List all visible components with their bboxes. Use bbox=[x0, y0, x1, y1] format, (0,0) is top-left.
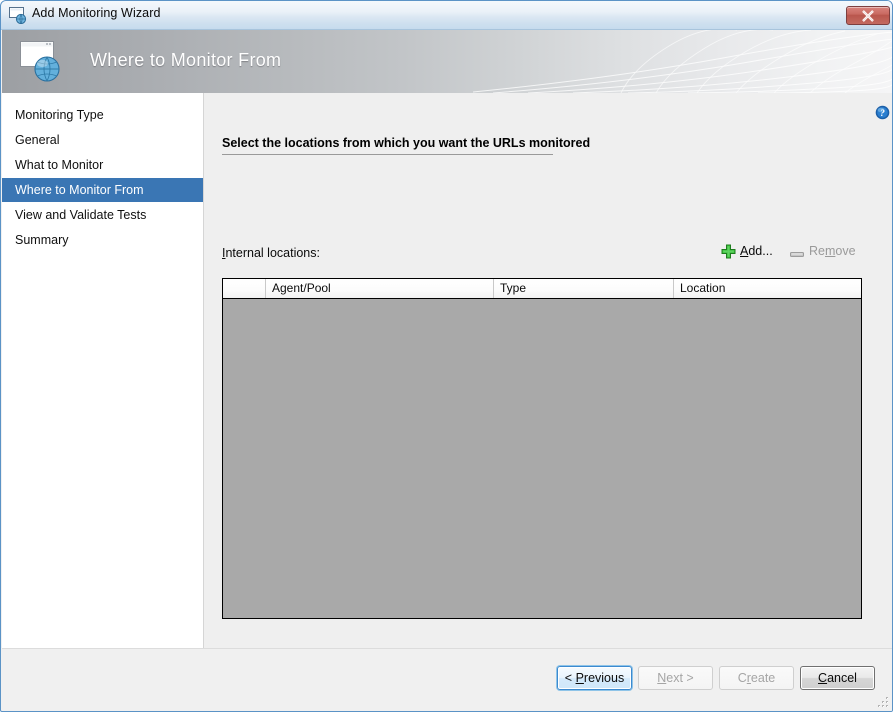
page-heading: Select the locations from which you want… bbox=[222, 136, 591, 150]
remove-label: Remove bbox=[809, 244, 856, 258]
next-button[interactable]: Next > bbox=[638, 666, 713, 690]
sidebar-item-label: What to Monitor bbox=[15, 158, 104, 172]
internal-locations-label: Internal locations: bbox=[222, 246, 320, 260]
internal-locations-grid[interactable]: Agent/Pool Type Location bbox=[222, 278, 862, 619]
sidebar-item-monitoring-type[interactable]: Monitoring Type bbox=[2, 103, 203, 127]
previous-mnemonic: P bbox=[575, 671, 584, 685]
locations-label-rest: nternal locations: bbox=[225, 246, 320, 260]
cancel-post: ancel bbox=[827, 671, 857, 685]
svg-text:?: ? bbox=[880, 109, 885, 119]
wizard-footer: < Previous Next > Create Cancel bbox=[2, 648, 892, 711]
remove-label-pre: Re bbox=[809, 244, 825, 258]
sidebar-item-label: General bbox=[15, 133, 60, 147]
sidebar-item-label: View and Validate Tests bbox=[15, 208, 147, 222]
wizard-window: Add Monitoring Wizard Where to Monitor F… bbox=[0, 0, 893, 712]
sidebar-item-label: Where to Monitor From bbox=[15, 183, 144, 197]
create-button[interactable]: Create bbox=[719, 666, 794, 690]
previous-button[interactable]: < Previous bbox=[557, 666, 632, 690]
close-button[interactable] bbox=[846, 6, 890, 25]
previous-pre: < bbox=[564, 671, 576, 685]
next-post: ext > bbox=[666, 671, 694, 685]
sidebar-item-where-to-monitor-from[interactable]: Where to Monitor From bbox=[2, 178, 203, 202]
remove-label-post: ove bbox=[835, 244, 856, 258]
wizard-header-banner: Where to Monitor From bbox=[2, 30, 892, 93]
sidebar-item-label: Monitoring Type bbox=[15, 108, 104, 122]
window-title: Add Monitoring Wizard bbox=[32, 6, 161, 20]
monitor-globe-icon bbox=[9, 7, 27, 25]
heading-underline bbox=[222, 154, 553, 155]
grid-column-location[interactable]: Location bbox=[674, 279, 861, 298]
banner-title: Where to Monitor From bbox=[90, 50, 282, 70]
resize-grip[interactable] bbox=[876, 695, 890, 709]
banner-monitor-globe-icon bbox=[19, 38, 67, 86]
grid-column-type[interactable]: Type bbox=[494, 279, 674, 298]
sidebar-item-view-and-validate-tests[interactable]: View and Validate Tests bbox=[2, 203, 203, 227]
grid-header-row: Agent/Pool Type Location bbox=[223, 279, 861, 299]
previous-post: revious bbox=[583, 671, 625, 685]
create-post: eate bbox=[750, 671, 776, 685]
grid-column-agent-pool[interactable]: Agent/Pool bbox=[266, 279, 494, 298]
sidebar-item-label: Summary bbox=[15, 233, 69, 247]
next-mnemonic: N bbox=[657, 671, 667, 685]
help-circle-icon: ? bbox=[875, 105, 890, 120]
add-label: Add... bbox=[740, 244, 773, 258]
wizard-steps-sidebar: Monitoring Type General What to Monitor … bbox=[2, 93, 204, 648]
minus-bar-icon bbox=[790, 248, 805, 257]
sidebar-item-summary[interactable]: Summary bbox=[2, 228, 203, 252]
cancel-button[interactable]: Cancel bbox=[800, 666, 875, 690]
add-label-rest: dd... bbox=[748, 244, 773, 258]
sidebar-item-what-to-monitor[interactable]: What to Monitor bbox=[2, 153, 203, 177]
remove-mnemonic: m bbox=[824, 244, 836, 258]
plus-icon bbox=[721, 244, 736, 259]
create-pre: C bbox=[737, 671, 747, 685]
cancel-mnemonic: C bbox=[818, 671, 828, 685]
sidebar-item-general[interactable]: General bbox=[2, 128, 203, 152]
grid-column-select[interactable] bbox=[223, 279, 266, 298]
grid-body-empty[interactable] bbox=[223, 299, 861, 618]
wizard-content-pane: ? Help Select the locations from which y… bbox=[204, 93, 892, 648]
title-bar[interactable]: Add Monitoring Wizard bbox=[1, 1, 892, 30]
banner-mesh-decoration bbox=[472, 30, 892, 93]
